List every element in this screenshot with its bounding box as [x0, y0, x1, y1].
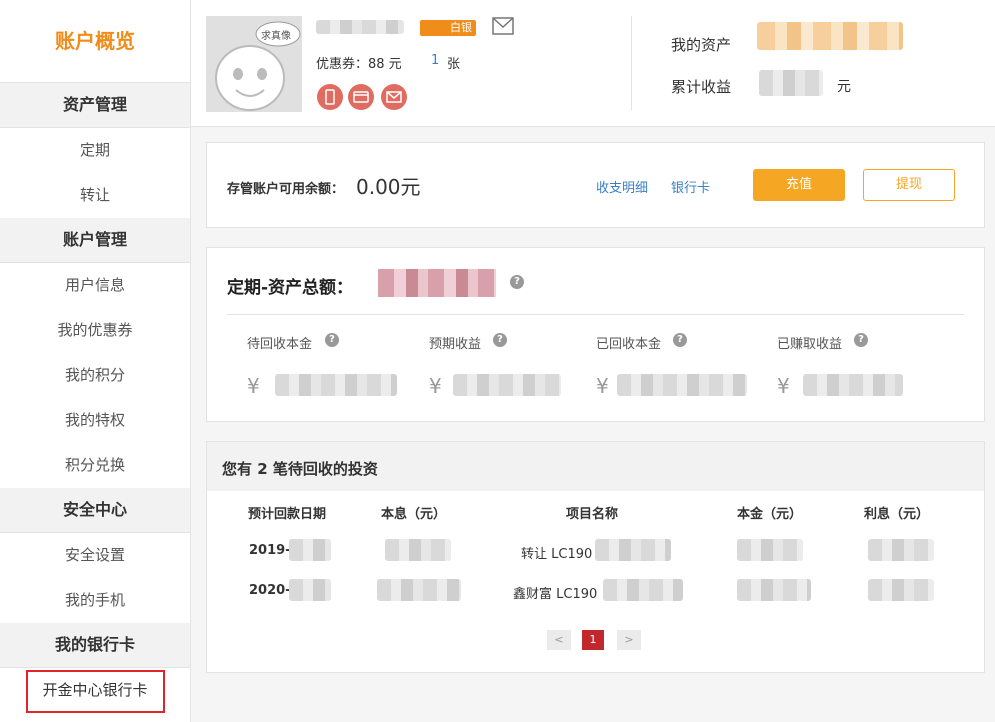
regular-total-value-masked	[378, 269, 496, 297]
sidebar-item-transfer[interactable]: 转让	[0, 173, 190, 218]
sidebar-item-security-settings[interactable]: 安全设置	[0, 533, 190, 578]
row1-date-masked	[289, 539, 331, 561]
row1-principal-masked	[737, 539, 803, 561]
sidebar-group-security: 安全中心	[0, 488, 190, 533]
regular-total-help-icon[interactable]: ?	[510, 275, 524, 289]
investments-header: 您有 2 笔待回收的投资	[207, 442, 984, 491]
row2-date: 2020-	[249, 583, 291, 598]
row2-project-masked	[603, 579, 683, 601]
sidebar-item-privileges[interactable]: 我的特权	[0, 398, 190, 443]
col-principal-interest: 本息（元）	[381, 507, 447, 522]
pagination-page-1[interactable]: 1	[582, 630, 604, 650]
sidebar-group-assets: 资产管理	[0, 83, 190, 128]
stat-principal-recovered-label: 已回收本金	[596, 337, 662, 352]
transactions-link[interactable]: 收支明细	[596, 177, 648, 196]
regular-assets-card: 定期-资产总额： ? 待回收本金 ? ¥ 预期收益 ? ¥ 已回收本金 ? ¥ …	[206, 247, 985, 422]
sidebar-item-user-info[interactable]: 用户信息	[0, 263, 190, 308]
row1-date: 2019-	[249, 543, 291, 558]
row1-project-masked	[595, 539, 671, 561]
stat-principal-recovered-currency: ¥	[596, 374, 609, 398]
avatar[interactable]: 求真像	[206, 16, 302, 112]
highlight-box	[26, 670, 165, 713]
stat-principal-pending-currency: ¥	[247, 374, 260, 398]
username-masked	[316, 20, 404, 34]
coupon-unit: 张	[447, 57, 461, 72]
profile-panel: 求真像 白银 优惠券：88 元 1 张 我的资产 累计收益 元	[191, 0, 995, 127]
stat-earned-income-currency: ¥	[777, 374, 790, 398]
sidebar-group-bank-card: 我的银行卡	[0, 623, 190, 668]
bank-card-link[interactable]: 银行卡	[671, 177, 710, 196]
col-repay-date: 预计回款日期	[248, 507, 327, 522]
stat-expected-income-currency: ¥	[429, 374, 442, 398]
balance-label: 存管账户可用余额：	[227, 182, 345, 197]
row2-principal-masked	[737, 579, 811, 601]
level-badge-label: 白银	[450, 21, 472, 34]
avatar-caption: 求真像	[261, 31, 291, 42]
my-assets-value-masked	[757, 22, 903, 50]
divider	[227, 314, 964, 315]
stat-principal-pending-label: 待回收本金	[247, 337, 313, 352]
stat-principal-recovered-value-masked	[617, 374, 747, 396]
stat-earned-income-label: 已赚取收益	[777, 337, 843, 352]
phone-verify-icon[interactable]	[317, 84, 343, 110]
bank-card-icon[interactable]	[348, 84, 374, 110]
stat-principal-pending-value-masked	[275, 374, 397, 396]
row1-principal-interest-masked	[385, 539, 451, 561]
row2-principal-interest-masked	[377, 579, 461, 601]
row2-date-masked	[289, 579, 331, 601]
col-principal: 本金（元）	[737, 507, 803, 522]
level-badge: 白银	[420, 20, 476, 36]
my-assets-label: 我的资产	[671, 36, 732, 54]
sidebar-group-account: 账户管理	[0, 218, 190, 263]
sidebar-item-points[interactable]: 我的积分	[0, 353, 190, 398]
mail-icon[interactable]	[492, 17, 514, 35]
coupon-label: 优惠券：88 元	[316, 57, 402, 72]
sidebar-title[interactable]: 账户概览	[0, 0, 190, 83]
total-income-unit: 元	[837, 79, 851, 95]
sidebar-item-points-exchange[interactable]: 积分兑换	[0, 443, 190, 488]
coupon-count[interactable]: 1	[431, 53, 439, 68]
pagination-next[interactable]: >	[617, 630, 641, 650]
total-income-label: 累计收益	[671, 78, 732, 96]
stat-expected-income-help-icon[interactable]: ?	[493, 333, 507, 347]
col-interest: 利息（元）	[864, 507, 930, 522]
stat-earned-income-help-icon[interactable]: ?	[854, 333, 868, 347]
sidebar-item-regular[interactable]: 定期	[0, 128, 190, 173]
stat-principal-pending-help-icon[interactable]: ?	[325, 333, 339, 347]
stat-earned-income-value-masked	[803, 374, 903, 396]
sidebar-item-my-phone[interactable]: 我的手机	[0, 578, 190, 623]
row1-project[interactable]: 转让 LC190	[521, 543, 592, 562]
recharge-button[interactable]: 充值	[753, 169, 845, 201]
main-content: 求真像 白银 优惠券：88 元 1 张 我的资产 累计收益 元 存管账户可用余额…	[191, 0, 995, 722]
investments-title: 您有 2 笔待回收的投资	[222, 460, 378, 478]
regular-total-label: 定期-资产总额：	[227, 278, 354, 298]
email-verify-icon[interactable]	[381, 84, 407, 110]
row1-interest-masked	[868, 539, 934, 561]
col-project-name: 项目名称	[566, 507, 619, 522]
divider	[631, 16, 632, 110]
stat-principal-recovered-help-icon[interactable]: ?	[673, 333, 687, 347]
row2-project[interactable]: 鑫财富 LC190	[513, 583, 597, 602]
total-income-value-masked	[759, 70, 823, 96]
stat-expected-income-label: 预期收益	[429, 337, 482, 352]
balance-amount: 0.00元	[356, 175, 421, 199]
row2-interest-masked	[868, 579, 934, 601]
sidebar: 账户概览 资产管理 定期 转让 账户管理 用户信息 我的优惠券 我的积分 我的特…	[0, 0, 191, 722]
sidebar-item-coupons[interactable]: 我的优惠券	[0, 308, 190, 353]
withdraw-button[interactable]: 提现	[863, 169, 955, 201]
investments-card: 您有 2 笔待回收的投资 预计回款日期 本息（元） 项目名称 本金（元） 利息（…	[206, 441, 985, 673]
pagination-prev[interactable]: <	[547, 630, 571, 650]
stat-expected-income-value-masked	[453, 374, 561, 396]
